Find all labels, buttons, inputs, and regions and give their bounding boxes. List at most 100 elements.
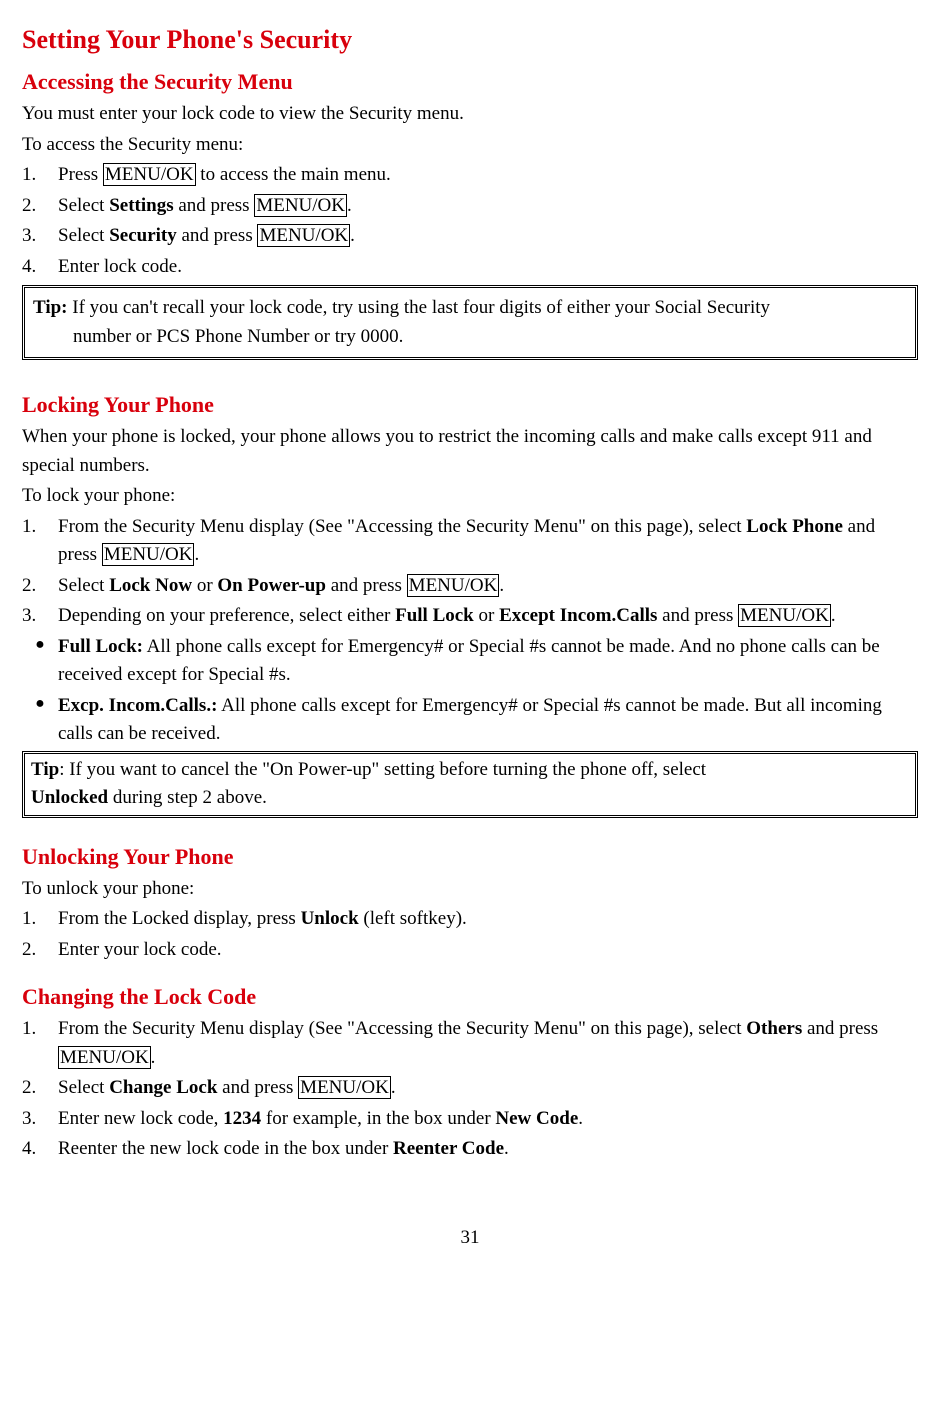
paragraph: When your phone is locked, your phone al…	[22, 423, 918, 480]
list-item: 3. Select Security and press MENU/OK.	[22, 222, 918, 251]
list-item: 2. Select Change Lock and press MENU/OK.	[22, 1074, 918, 1103]
tip-text: : If you want to cancel the "On Power-up…	[59, 759, 706, 780]
list-item: ● Excp. Incom.Calls.: All phone calls ex…	[22, 692, 918, 749]
paragraph: You must enter your lock code to view th…	[22, 100, 918, 129]
bullet-icon: ●	[22, 633, 58, 690]
bold-text: Lock Now	[109, 575, 192, 596]
text: From the Security Menu display (See "Acc…	[58, 1018, 746, 1039]
text: or	[192, 575, 217, 596]
page-number: 31	[22, 1224, 918, 1253]
text: From the Security Menu display (See "Acc…	[58, 516, 746, 537]
key-menu-ok: MENU/OK	[254, 194, 347, 217]
text: .	[499, 575, 504, 596]
list-content: Select Security and press MENU/OK.	[58, 222, 918, 251]
tip-text: during step 2 above.	[108, 787, 267, 808]
ordered-list: 1. From the Security Menu display (See "…	[22, 513, 918, 631]
text: and press	[326, 575, 407, 596]
list-item: 4. Enter lock code.	[22, 253, 918, 282]
text: From the Locked display, press	[58, 908, 301, 929]
bold-text: New Code	[495, 1108, 578, 1129]
list-item: 1. From the Security Menu display (See "…	[22, 513, 918, 570]
text: and press	[217, 1077, 298, 1098]
list-item: 2. Enter your lock code.	[22, 936, 918, 965]
key-menu-ok: MENU/OK	[102, 543, 195, 566]
ordered-list: 1. From the Locked display, press Unlock…	[22, 905, 918, 964]
tip-label: Tip	[31, 759, 59, 780]
list-number: 1.	[22, 1015, 58, 1072]
key-menu-ok: MENU/OK	[738, 604, 831, 627]
bold-text: Unlocked	[31, 787, 108, 808]
list-number: 3.	[22, 602, 58, 631]
text: .	[578, 1108, 583, 1129]
list-content: Depending on your preference, select eit…	[58, 602, 918, 631]
heading-changing-lock-code: Changing the Lock Code	[22, 980, 918, 1013]
text: Reenter the new lock code in the box und…	[58, 1138, 393, 1159]
list-content: Reenter the new lock code in the box und…	[58, 1135, 918, 1164]
bold-text: 1234	[223, 1108, 261, 1129]
list-item: 1. Press MENU/OK to access the main menu…	[22, 161, 918, 190]
list-number: 3.	[22, 222, 58, 251]
text: .	[831, 605, 836, 626]
list-content: Press MENU/OK to access the main menu.	[58, 161, 918, 190]
list-content: Enter your lock code.	[58, 936, 918, 965]
bold-text: Full Lock	[395, 605, 474, 626]
paragraph: To access the Security menu:	[22, 131, 918, 160]
text: to access the main menu.	[196, 164, 391, 185]
text: Enter new lock code,	[58, 1108, 223, 1129]
list-item: 1. From the Security Menu display (See "…	[22, 1015, 918, 1072]
tip-text: If you can't recall your lock code, try …	[68, 297, 771, 318]
bold-text: Security	[109, 225, 177, 246]
bold-text: On Power-up	[217, 575, 326, 596]
list-content: Select Settings and press MENU/OK.	[58, 192, 918, 221]
key-menu-ok: MENU/OK	[103, 163, 196, 186]
list-number: 4.	[22, 253, 58, 282]
text: .	[391, 1077, 396, 1098]
heading-accessing-security: Accessing the Security Menu	[22, 65, 918, 98]
key-menu-ok: MENU/OK	[257, 224, 350, 247]
list-number: 2.	[22, 936, 58, 965]
list-content: From the Locked display, press Unlock (l…	[58, 905, 918, 934]
list-content: From the Security Menu display (See "Acc…	[58, 1015, 918, 1072]
list-content: Excp. Incom.Calls.: All phone calls exce…	[58, 692, 918, 749]
text: or	[474, 605, 499, 626]
text: .	[347, 195, 352, 216]
bullet-list: ● Full Lock: All phone calls except for …	[22, 633, 918, 749]
bold-text: Lock Phone	[746, 516, 843, 537]
list-number: 2.	[22, 1074, 58, 1103]
list-content: Select Lock Now or On Power-up and press…	[58, 572, 918, 601]
list-number: 4.	[22, 1135, 58, 1164]
list-item: 2. Select Lock Now or On Power-up and pr…	[22, 572, 918, 601]
bold-text: Settings	[109, 195, 173, 216]
list-item: 4. Reenter the new lock code in the box …	[22, 1135, 918, 1164]
list-number: 2.	[22, 192, 58, 221]
list-item: 3. Enter new lock code, 1234 for example…	[22, 1105, 918, 1134]
list-number: 1.	[22, 513, 58, 570]
bold-text: Change Lock	[109, 1077, 217, 1098]
list-number: 1.	[22, 905, 58, 934]
list-content: Full Lock: All phone calls except for Em…	[58, 633, 918, 690]
heading-locking-phone: Locking Your Phone	[22, 388, 918, 421]
tip-text: number or PCS Phone Number or try 0000.	[33, 323, 907, 352]
ordered-list: 1. Press MENU/OK to access the main menu…	[22, 161, 918, 281]
text: Select	[58, 1077, 109, 1098]
text: Select	[58, 195, 109, 216]
list-number: 1.	[22, 161, 58, 190]
paragraph: To lock your phone:	[22, 482, 918, 511]
list-item: 2. Select Settings and press MENU/OK.	[22, 192, 918, 221]
list-content: Select Change Lock and press MENU/OK.	[58, 1074, 918, 1103]
text: and press	[174, 195, 255, 216]
text: .	[151, 1047, 156, 1068]
text: .	[504, 1138, 509, 1159]
list-number: 3.	[22, 1105, 58, 1134]
text: All phone calls except for Emergency# or…	[58, 636, 880, 686]
page-title: Setting Your Phone's Security	[22, 20, 918, 59]
list-content: Enter lock code.	[58, 253, 918, 282]
text: and press	[802, 1018, 878, 1039]
text: and press	[657, 605, 738, 626]
text: and press	[177, 225, 258, 246]
text: for example, in the box under	[261, 1108, 495, 1129]
text: Depending on your preference, select eit…	[58, 605, 395, 626]
bold-text: Except Incom.Calls	[499, 605, 657, 626]
text: .	[194, 544, 199, 565]
tip-label: Tip:	[33, 297, 68, 318]
